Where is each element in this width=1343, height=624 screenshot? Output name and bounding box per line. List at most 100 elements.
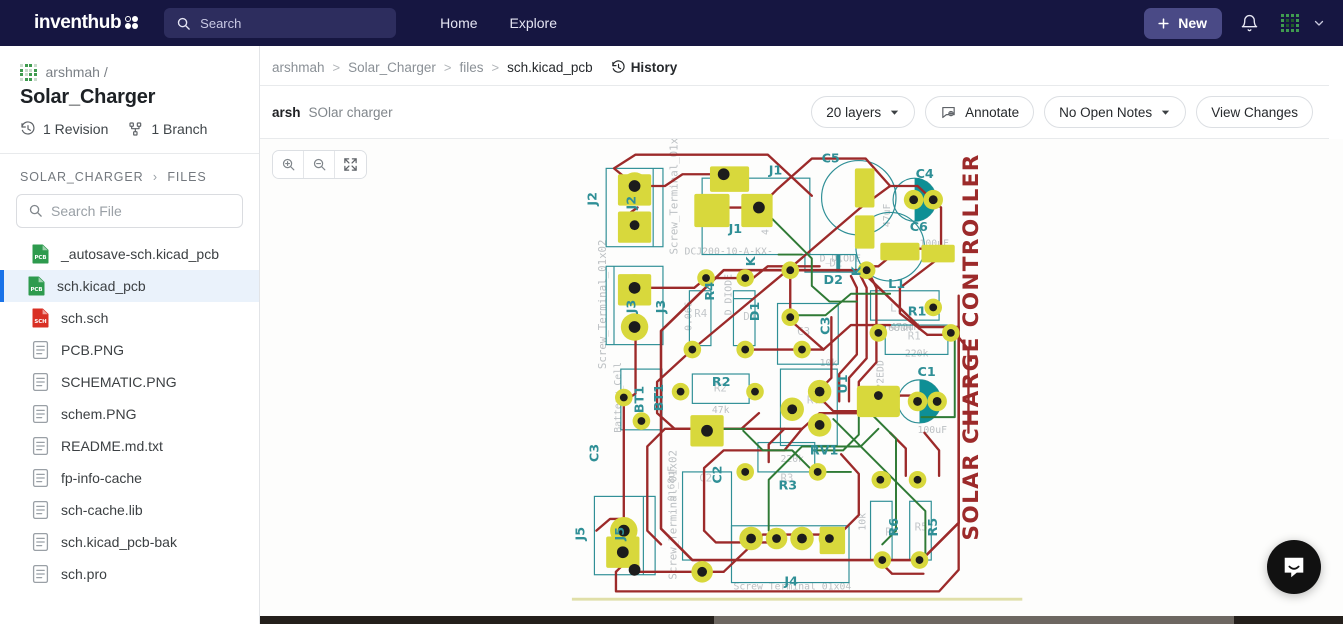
svg-text:J1: J1 <box>767 162 782 177</box>
pcb-canvas[interactable]: Screw_Terminal_01x02 Screw_Terminal_01x0… <box>260 139 1343 616</box>
nav-home[interactable]: Home <box>424 9 493 37</box>
svg-text:K: K <box>848 265 863 276</box>
breadcrumb-sep: > <box>443 60 452 75</box>
owner-name: arshmah / <box>45 64 108 81</box>
search-input[interactable] <box>200 15 385 31</box>
file-name-label: _autosave-sch.kicad_pcb <box>61 245 219 262</box>
view-changes-button[interactable]: View Changes <box>1196 96 1313 128</box>
revision-author: arsh <box>272 104 301 120</box>
file-name-label: PCB.PNG <box>61 341 125 358</box>
svg-text:J5: J5 <box>611 527 626 542</box>
revision-message: SOlar charger <box>308 104 393 120</box>
svg-text:47k: 47k <box>711 405 729 416</box>
breadcrumb-current-file: sch.kicad_pcb <box>507 60 593 75</box>
branch-icon <box>128 121 144 137</box>
document-file-icon <box>32 500 49 520</box>
top-navigation-bar: inventhub Home Explore New <box>0 0 1343 46</box>
document-file-icon <box>32 404 49 424</box>
file-search-input[interactable] <box>51 202 231 219</box>
search-icon <box>28 203 43 218</box>
files-breadcrumb-root[interactable]: SOLAR_CHARGER <box>20 170 144 184</box>
notes-dropdown[interactable]: No Open Notes <box>1044 96 1187 128</box>
global-search[interactable] <box>164 8 397 38</box>
new-button-label: New <box>1178 15 1207 31</box>
breadcrumb-owner[interactable]: arshmah <box>272 60 325 75</box>
file-list-item[interactable]: PCB _autosave-sch.kicad_pcb <box>0 238 259 270</box>
fit-screen-button[interactable] <box>335 151 366 178</box>
grid-apps-icon[interactable] <box>1281 14 1299 32</box>
breadcrumb-sep: > <box>491 60 500 75</box>
document-file-icon <box>32 532 49 552</box>
svg-text:J3: J3 <box>623 300 638 315</box>
svg-text:D2: D2 <box>829 256 842 269</box>
zoom-in-button[interactable] <box>273 151 304 178</box>
sidebar: arshmah / Solar_Charger 1 Revision 1 Bra… <box>0 46 260 624</box>
file-search[interactable] <box>16 193 243 228</box>
breadcrumb-files[interactable]: files <box>460 60 484 75</box>
chat-bubble-smile-icon <box>1281 554 1307 580</box>
svg-text:100uF: 100uF <box>917 425 947 436</box>
annotate-button[interactable]: Annotate <box>925 96 1035 128</box>
file-list-item[interactable]: sch.kicad_pcb-bak <box>0 526 259 558</box>
repo-header: arshmah / Solar_Charger 1 Revision 1 Bra… <box>0 46 259 154</box>
chevron-down-icon <box>1160 107 1171 118</box>
bell-icon[interactable] <box>1240 14 1259 33</box>
branch-count[interactable]: 1 Branch <box>128 121 207 137</box>
svg-text:C3: C3 <box>586 444 601 462</box>
file-list-item[interactable]: README.md.txt <box>0 430 259 462</box>
svg-text:C1: C1 <box>917 364 935 379</box>
file-list-item[interactable]: PCB sch.kicad_pcb <box>0 269 259 302</box>
file-list-item[interactable]: SCH sch.sch <box>0 302 259 334</box>
revision-count[interactable]: 1 Revision <box>20 121 108 137</box>
file-name-label: SCHEMATIC.PNG <box>61 373 177 390</box>
svg-text:DCJ200-10-A-KX-: DCJ200-10-A-KX- <box>684 247 772 258</box>
file-list[interactable]: PCB _autosave-sch.kicad_pcb PCB sch.kicad_p… <box>0 238 259 624</box>
file-name-label: schem.PNG <box>61 405 137 422</box>
sch-file-icon: SCH <box>32 308 49 328</box>
layers-dropdown[interactable]: 20 layers <box>811 96 916 128</box>
new-button[interactable]: New <box>1144 7 1222 39</box>
pcb-viewer[interactable]: Screw_Terminal_01x02 Screw_Terminal_01x0… <box>260 139 1343 616</box>
breadcrumb: arshmah > Solar_Charger > files > sch.ki… <box>260 46 1329 86</box>
history-link[interactable]: History <box>611 60 677 75</box>
svg-text:C2: C2 <box>709 465 724 483</box>
svg-text:D_DIODE: D_DIODE <box>723 274 734 315</box>
file-list-item[interactable]: SCHEMATIC.PNG <box>0 366 259 398</box>
svg-text:PCB: PCB <box>34 255 46 261</box>
svg-text:R5: R5 <box>925 518 940 537</box>
svg-text:R4: R4 <box>701 282 716 301</box>
dots-logo-icon <box>125 15 139 29</box>
file-list-item[interactable]: sch.pro <box>0 558 259 590</box>
svg-text:0.68uF: 0.68uF <box>666 466 677 501</box>
document-file-icon <box>32 372 49 392</box>
brand-logo[interactable]: inventhub <box>34 12 139 34</box>
files-breadcrumb: SOLAR_CHARGER › FILES <box>0 154 259 194</box>
file-name-label: README.md.txt <box>61 437 163 454</box>
branch-count-label: 1 Branch <box>151 120 208 137</box>
nav-explore[interactable]: Explore <box>494 9 573 37</box>
document-file-icon <box>32 436 49 456</box>
owner-row[interactable]: arshmah / <box>20 64 239 81</box>
file-list-item[interactable]: sch-cache.lib <box>0 494 259 526</box>
svg-text:J2: J2 <box>584 192 599 207</box>
chevron-down-icon[interactable] <box>1313 17 1325 29</box>
svg-text:Screw_Terminal_01x02: Screw_Terminal_01x02 <box>596 239 609 369</box>
file-name-label: sch.pro <box>61 565 107 582</box>
intercom-chat-launcher[interactable] <box>1267 540 1321 594</box>
file-name-label: sch.kicad_pcb-bak <box>61 533 177 550</box>
svg-text:J2: J2 <box>623 196 638 211</box>
chevron-down-icon <box>889 107 900 118</box>
zoom-out-button[interactable] <box>304 151 335 178</box>
svg-text:R1: R1 <box>907 303 926 318</box>
svg-text:J3: J3 <box>652 300 667 315</box>
file-list-item[interactable]: schem.PNG <box>0 398 259 430</box>
file-list-item[interactable]: fp-info-cache <box>0 462 259 494</box>
document-file-icon <box>32 340 49 360</box>
file-list-item[interactable]: PCB.PNG <box>0 334 259 366</box>
history-clock-icon <box>611 60 626 75</box>
breadcrumb-project[interactable]: Solar_Charger <box>348 60 436 75</box>
svg-text:PCB: PCB <box>30 287 42 293</box>
horizontal-scrollbar[interactable] <box>260 616 1343 624</box>
scrollbar-thumb[interactable] <box>714 616 1234 624</box>
svg-text:R1: R1 <box>907 330 920 343</box>
